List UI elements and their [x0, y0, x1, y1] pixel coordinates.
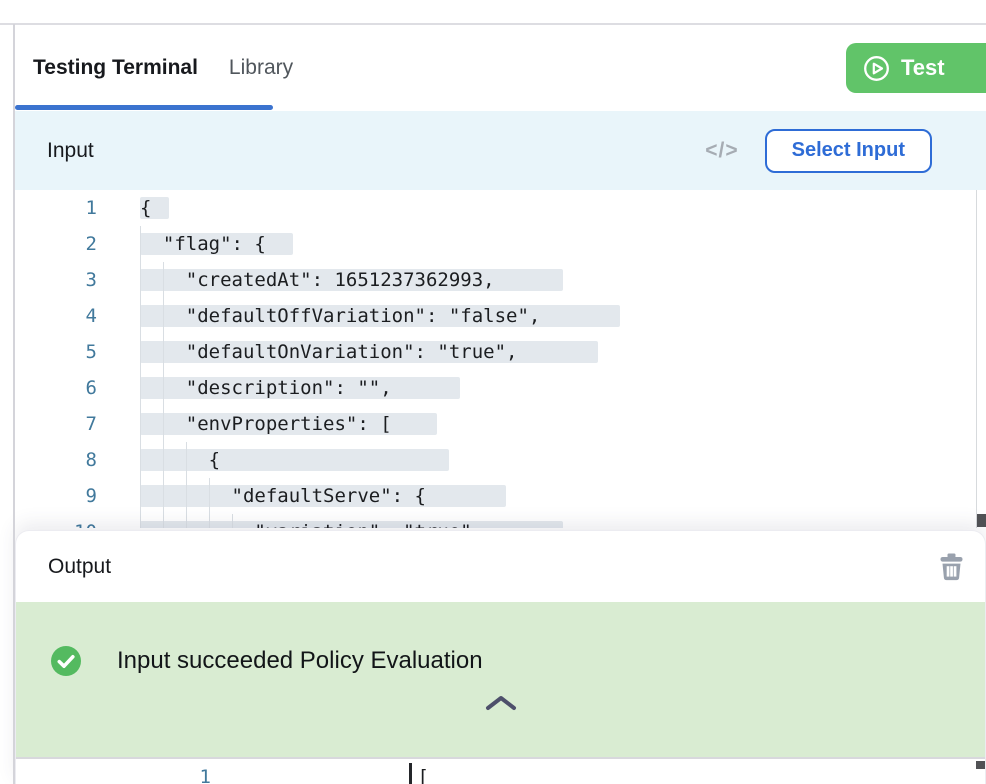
- input-section-title: Input: [47, 139, 94, 163]
- test-button[interactable]: Test: [846, 43, 986, 93]
- indent-guide: [140, 226, 141, 262]
- scrollbar-thumb[interactable]: [977, 514, 986, 527]
- indent-guide: [163, 514, 164, 528]
- output-section-title: Output: [48, 555, 111, 579]
- tabs-bar: Testing Terminal Library Test: [15, 25, 986, 111]
- output-panel: Output Input succeeded Policy Evaluation: [15, 530, 986, 784]
- code-text-selected: "createdAt": 1651237362993,: [140, 269, 563, 291]
- active-tab-indicator: [15, 105, 273, 110]
- code-text-selected: "variation": "true": [140, 521, 563, 528]
- indent-guide: [140, 298, 141, 334]
- success-message-row: Input succeeded Policy Evaluation: [51, 646, 483, 676]
- left-divider: [13, 24, 15, 784]
- success-banner: Input succeeded Policy Evaluation: [16, 602, 985, 757]
- line-number: 4: [15, 298, 97, 334]
- input-code-lines: 1{2 "flag": {3 "createdAt": 165123736299…: [15, 190, 986, 528]
- code-text-selected: "defaultOffVariation": "false",: [140, 305, 620, 327]
- line-number: 1: [16, 759, 211, 784]
- indent-guide: [140, 514, 141, 528]
- code-text-selected: "defaultOnVariation": "true",: [140, 341, 598, 363]
- scrollbar-track: [976, 190, 977, 528]
- tab-library[interactable]: Library: [229, 56, 293, 80]
- code-text-selected: "envProperties": [: [140, 413, 437, 435]
- code-line[interactable]: 8 {: [15, 442, 986, 478]
- indent-guide: [163, 478, 164, 514]
- line-number: 7: [15, 406, 97, 442]
- indent-guide: [186, 442, 187, 478]
- indent-guide: [209, 478, 210, 514]
- code-line[interactable]: 5 "defaultOnVariation": "true",: [15, 334, 986, 370]
- success-message: Input succeeded Policy Evaluation: [117, 647, 483, 675]
- select-input-button[interactable]: Select Input: [765, 129, 932, 173]
- trash-icon[interactable]: [939, 553, 964, 581]
- indent-guide: [163, 334, 164, 370]
- test-button-label: Test: [901, 55, 945, 81]
- code-line[interactable]: 3 "createdAt": 1651237362993,: [15, 262, 986, 298]
- indent-guide: [209, 514, 210, 528]
- code-line[interactable]: 9 "defaultServe": {: [15, 478, 986, 514]
- code-line[interactable]: 10 "variation": "true": [15, 514, 986, 528]
- line-number: 6: [15, 370, 97, 406]
- indent-guide: [140, 262, 141, 298]
- indent-guide: [163, 442, 164, 478]
- indent-guide: [140, 334, 141, 370]
- code-text-selected: "description": "",: [140, 377, 460, 399]
- code-line[interactable]: 1{: [15, 190, 986, 226]
- line-number: 3: [15, 262, 97, 298]
- output-code-lines: 1[: [16, 759, 985, 784]
- line-number: 9: [15, 478, 97, 514]
- indent-guide: [163, 370, 164, 406]
- code-line[interactable]: 1[: [16, 759, 985, 784]
- indent-guide: [163, 262, 164, 298]
- line-number: 10: [15, 514, 97, 528]
- input-code-editor[interactable]: 1{2 "flag": {3 "createdAt": 165123736299…: [15, 190, 986, 528]
- indent-guide: [232, 514, 233, 528]
- indent-guide: [163, 406, 164, 442]
- indent-guide: [186, 514, 187, 528]
- code-line[interactable]: 7 "envProperties": [: [15, 406, 986, 442]
- line-number: 8: [15, 442, 97, 478]
- text-cursor: [409, 763, 412, 784]
- indent-guide: [140, 478, 141, 514]
- indent-guide: [140, 406, 141, 442]
- output-section-header: Output: [16, 531, 985, 602]
- play-icon: [863, 55, 890, 82]
- code-text-selected: "defaultServe": {: [140, 485, 506, 507]
- code-line[interactable]: 6 "description": "",: [15, 370, 986, 406]
- collapse-chevron-icon[interactable]: [484, 694, 518, 712]
- tab-testing-terminal[interactable]: Testing Terminal: [33, 56, 198, 80]
- code-line[interactable]: 2 "flag": {: [15, 226, 986, 262]
- indent-guide: [140, 442, 141, 478]
- line-number: 5: [15, 334, 97, 370]
- code-view-icon[interactable]: </>: [705, 139, 738, 163]
- code-text-selected: {: [140, 197, 169, 219]
- indent-guide: [163, 298, 164, 334]
- indent-guide: [186, 478, 187, 514]
- code-text-selected: "flag": {: [140, 233, 293, 255]
- input-section-header: Input </> Select Input: [15, 111, 986, 190]
- code-text: [: [418, 766, 429, 784]
- success-check-icon: [51, 646, 81, 676]
- output-code-editor[interactable]: 1[: [16, 757, 985, 784]
- app-window: Testing Terminal Library Test Input </> …: [0, 0, 986, 784]
- line-number: 1: [15, 190, 97, 226]
- input-header-actions: </> Select Input: [705, 129, 932, 173]
- indent-guide: [140, 370, 141, 406]
- code-line[interactable]: 4 "defaultOffVariation": "false",: [15, 298, 986, 334]
- scrollbar-thumb[interactable]: [976, 761, 985, 769]
- line-number: 2: [15, 226, 97, 262]
